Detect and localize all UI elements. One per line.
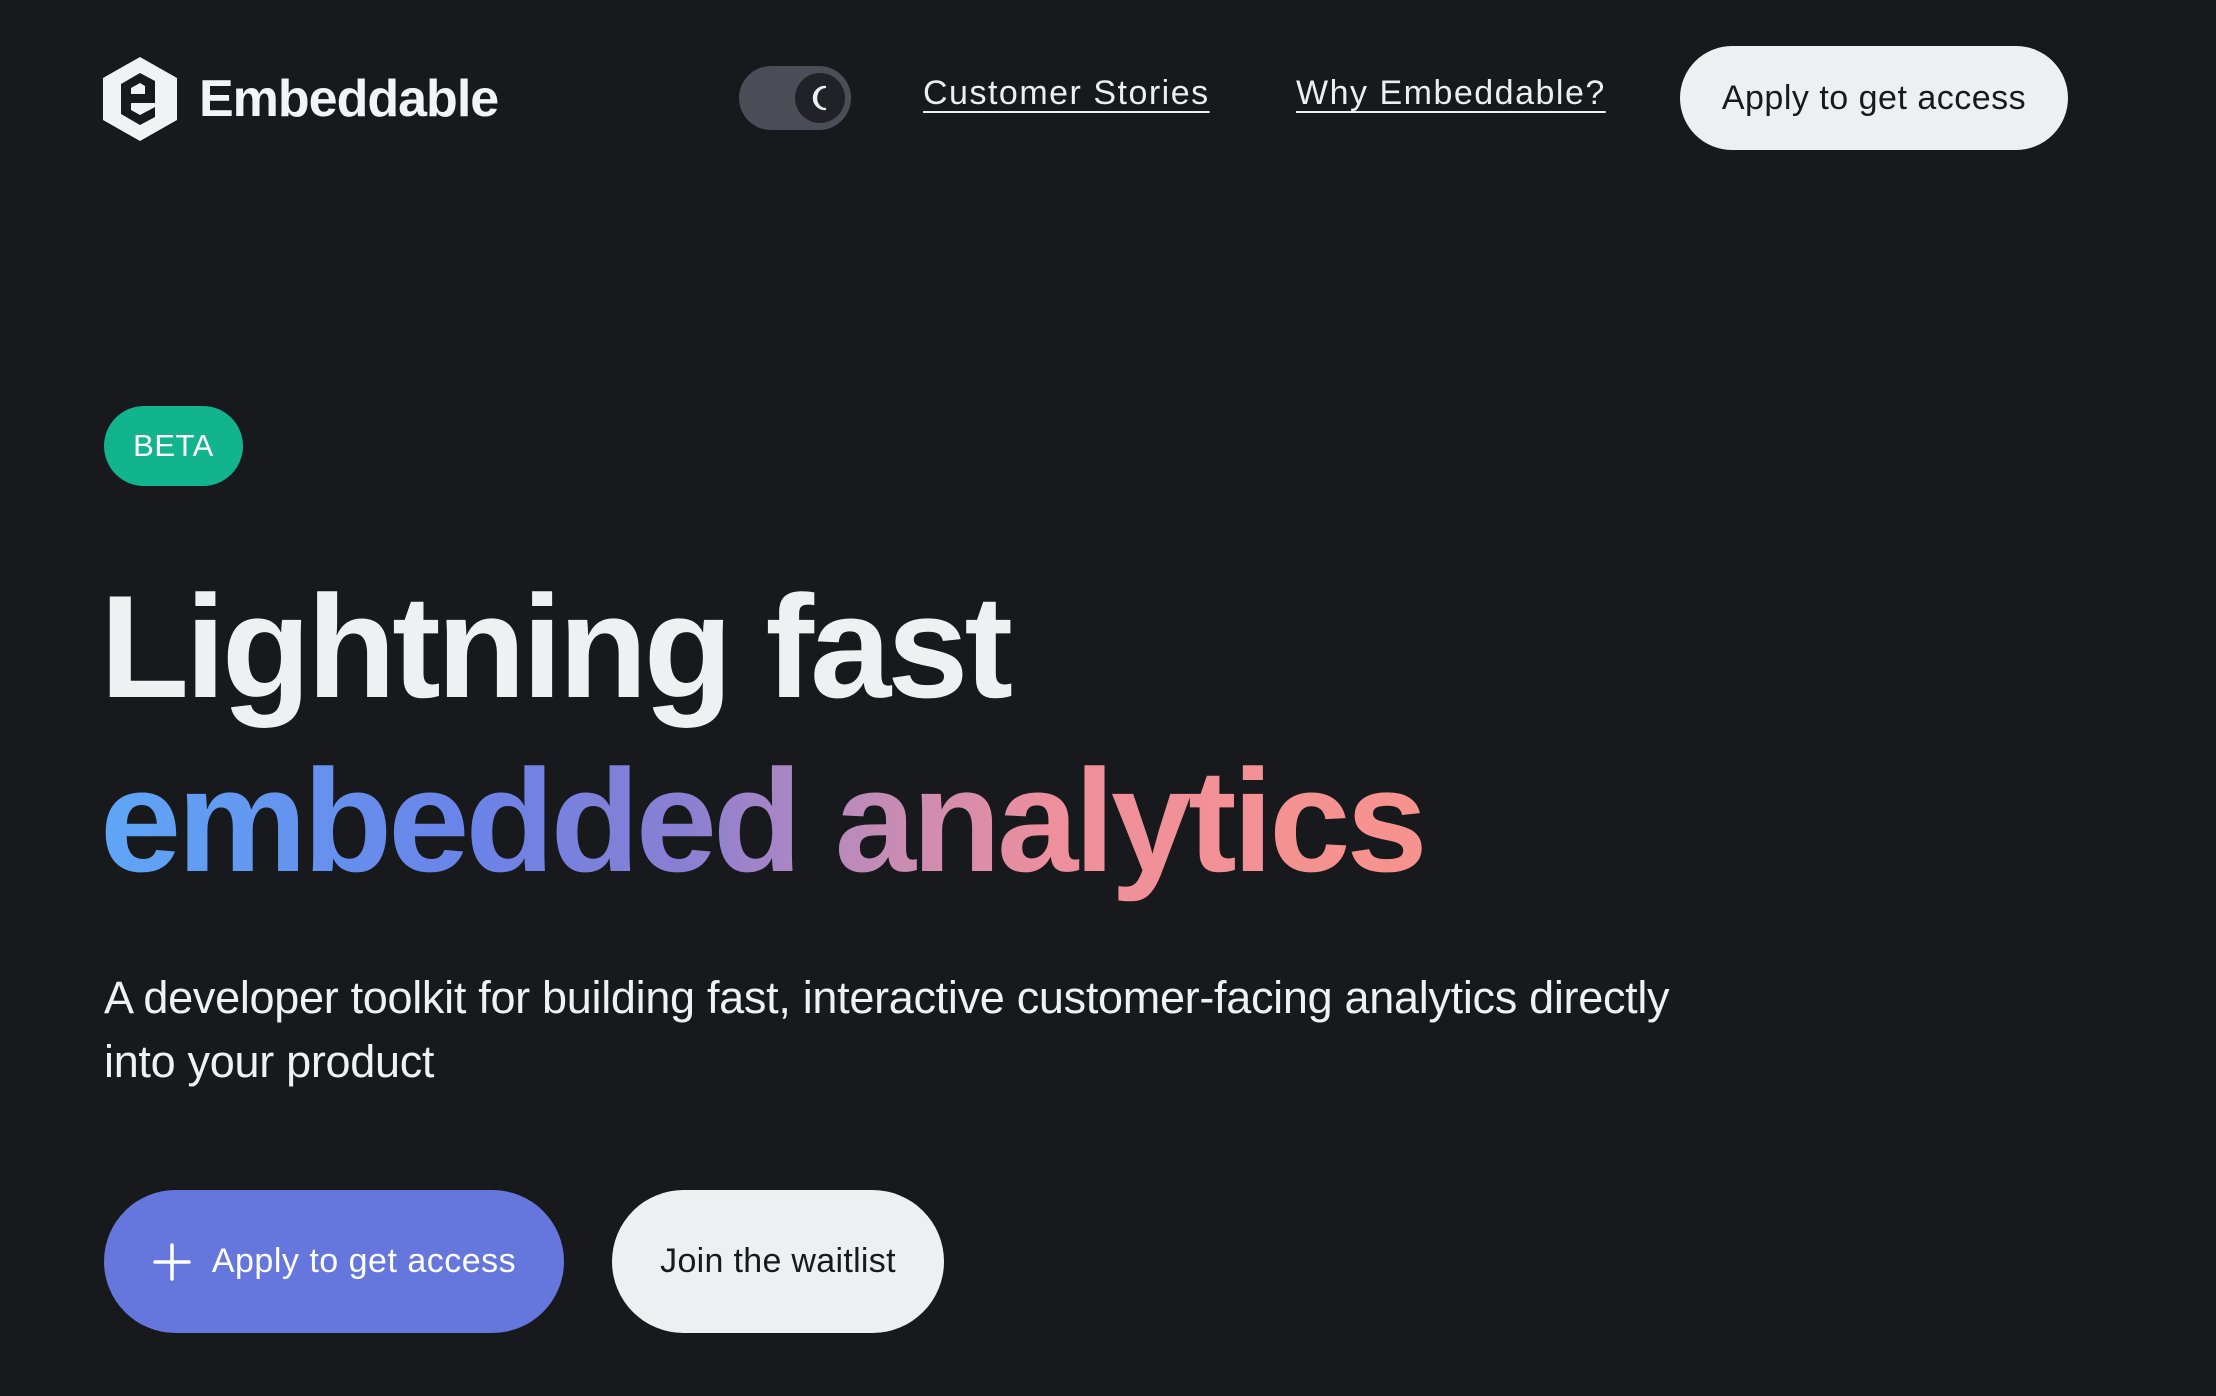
brand-name: Embeddable <box>199 70 499 128</box>
waitlist-button-label: Join the waitlist <box>660 1242 896 1280</box>
join-waitlist-button[interactable]: Join the waitlist <box>612 1190 944 1333</box>
toggle-knob <box>795 73 845 123</box>
headline-line-1: Lightning fast <box>100 565 1013 728</box>
headline-line-2-gradient: embedded analytics <box>100 734 1428 926</box>
landing-page: Embeddable Customer Stories Why Embeddab… <box>0 0 2216 1396</box>
hexagon-e-logo-icon <box>103 57 177 141</box>
hero-headline: Lightning fast embedded analytics <box>100 560 1428 926</box>
plus-icon <box>153 1242 191 1281</box>
brand-logo[interactable]: Embeddable <box>103 57 499 141</box>
nav-why-embeddable[interactable]: Why Embeddable? <box>1296 74 1606 113</box>
hero-subtitle: A developer toolkit for building fast, i… <box>104 972 1670 1087</box>
moon-icon <box>812 85 827 111</box>
beta-badge: BETA <box>104 406 243 486</box>
apply-to-get-access-button[interactable]: Apply to get access <box>104 1190 564 1333</box>
header-apply-button[interactable]: Apply to get access <box>1680 46 2068 150</box>
apply-button-label: Apply to get access <box>211 1242 517 1280</box>
nav-customer-stories[interactable]: Customer Stories <box>923 74 1210 113</box>
theme-toggle[interactable] <box>739 66 851 130</box>
